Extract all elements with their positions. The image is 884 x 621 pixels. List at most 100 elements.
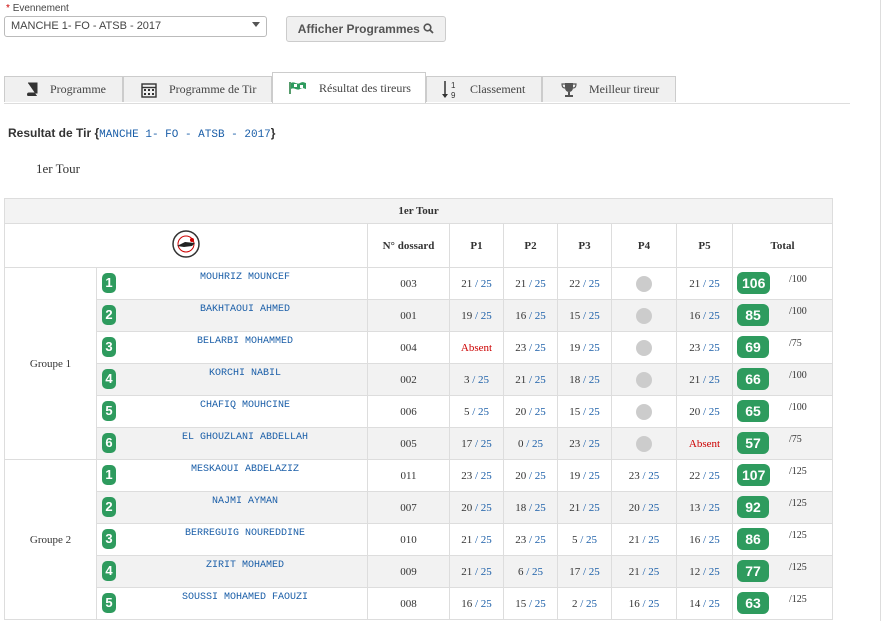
score-p1: 16 / 25 [449,587,504,620]
event-select[interactable]: MANCHE 1- FO - ATSB - 2017 [4,16,267,37]
score-max: / 25 [580,501,600,514]
rank-badge: 5 [102,401,116,421]
score-max: / 25 [469,373,490,386]
total-cell: 69/75 [731,331,834,364]
score-max-value: 25 [480,469,492,482]
empty-score-dot [636,339,652,356]
score-max-value: 25 [708,533,720,546]
score-max-value: 25 [708,405,720,418]
score-value: 18 [569,373,581,386]
tab-programme[interactable]: Programme [4,76,123,102]
score-value: 13 [689,501,701,514]
score-value: 19 [569,341,581,354]
dossard-number: 005 [367,427,450,460]
score-max: / 25 [580,469,600,482]
score-value: 16 [461,597,473,610]
score-max: / 25 [526,277,546,290]
score-max: / 25 [472,597,492,610]
table-caption: 1er Tour [3,198,834,224]
sort-numeric-icon: 1 9 [442,81,456,100]
table-row: 3 BERREGUIG NOUREDDINE 010 21 / 25 23 / 25 5 … [5,523,834,556]
score-p3: 19 / 25 [557,459,612,492]
total-cell: 57/75 [731,427,834,460]
show-programs-button[interactable]: Afficher Programmes [286,16,446,42]
score-value: 23 [515,341,527,354]
score-max: / 25 [472,565,492,578]
table-row: 2 BAKHTAOUI AHMED 001 19 / 25 16 / 25 15 / 25… [5,299,834,332]
rank-badge: 5 [102,593,116,613]
score-value: 19 [461,309,473,322]
header-p3: P3 [557,223,612,268]
event-label-text: Evennement [12,3,69,14]
tab-programme-de-tir[interactable]: Programme de Tir [123,76,272,102]
tab-bar: Programme Programme de Tir Résultat des … [4,72,850,104]
empty-score-dot [636,371,652,388]
score-max-value: 25 [588,469,600,482]
score-p2: 6 / 25 [503,555,558,588]
score-max: / 25 [639,501,660,514]
table-row: 6 EL GHOUZLANI ABDELLAH 005 17 / 25 0 / 25 23… [5,427,834,460]
book-icon [27,82,38,96]
dossard-number: 008 [367,587,450,620]
score-max: / 25 [580,373,600,386]
shooter-name[interactable]: CHAFIQ MOUHCINE [123,400,367,411]
score-max-value: 25 [532,565,544,578]
score-max: / 25 [700,309,720,322]
shooter-name[interactable]: BERREGUIG NOUREDDINE [123,528,367,539]
shooter-name[interactable]: MESKAOUI ABDELAZIZ [123,464,367,475]
tab-label: Meilleur tireur [589,82,660,96]
header-p4: P4 [611,223,677,268]
score-value: 23 [689,341,701,354]
score-max: / 25 [526,341,546,354]
rank-badge: 1 [102,273,116,293]
total-max: /125 [789,498,807,509]
shooter-name[interactable]: KORCHI NABIL [123,368,367,379]
shooter-name[interactable]: ZIRIT MOHAMED [123,560,367,571]
score-max: / 25 [700,277,720,290]
score-max-value: 25 [708,309,720,322]
score-max: / 25 [639,533,660,546]
score-p4 [611,331,677,364]
score-max: / 25 [700,373,720,386]
empty-score-dot [636,307,652,324]
score-p2: 23 / 25 [503,523,558,556]
tab-meilleur-tireur[interactable]: Meilleur tireur [542,76,676,102]
score-max-value: 25 [480,437,492,450]
score-max-value: 25 [532,437,544,450]
shooter-name[interactable]: SOUSSI MOHAMED FAOUZI [123,592,367,603]
table-row: 4 ZIRIT MOHAMED 009 21 / 25 6 / 25 17 / 25 21 … [5,555,834,588]
score-max-value: 25 [480,533,492,546]
rank-badge: 4 [102,369,116,389]
tab-label: Programme de Tir [169,82,257,96]
dossard-number: 010 [367,523,450,556]
score-max: / 25 [700,501,720,514]
rank-badge: 4 [102,561,116,581]
tab-resultat-des-tireurs[interactable]: Résultat des tireurs [272,72,426,103]
score-p3: 15 / 25 [557,299,612,332]
shooter-cell: 5 SOUSSI MOHAMED FAOUZI [96,587,368,620]
score-p2: 16 / 25 [503,299,558,332]
header-total: Total [731,223,834,268]
score-max: / 25 [526,597,546,610]
scrollbar-edge [880,0,881,621]
total-badge: 107 [737,464,771,486]
shooter-name[interactable]: BELARBI MOHAMMED [123,336,367,347]
score-max: / 25 [700,533,720,546]
trophy-icon [561,83,577,97]
score-p1: 21 / 25 [449,523,504,556]
shooter-name[interactable]: MOUHRIZ MOUNCEF [123,272,367,283]
score-max-value: 25 [708,277,720,290]
shooter-name[interactable]: NAJMI AYMAN [123,496,367,507]
shooter-cell: 3 BELARBI MOHAMMED [96,331,368,364]
total-cell: 66/100 [731,363,834,396]
total-cell: 86/125 [731,523,834,556]
show-programs-label: Afficher Programmes [297,22,420,36]
tab-classement[interactable]: 1 9 Classement [426,76,542,102]
score-max-value: 25 [708,597,720,610]
shooter-name[interactable]: BAKHTAOUI AHMED [123,304,367,315]
shooter-name[interactable]: EL GHOUZLANI ABDELLAH [123,432,367,443]
total-max: /75 [789,338,802,349]
score-p3: 22 / 25 [557,267,612,300]
total-badge: 63 [737,592,769,614]
score-p5: 23 / 25 [676,331,733,364]
